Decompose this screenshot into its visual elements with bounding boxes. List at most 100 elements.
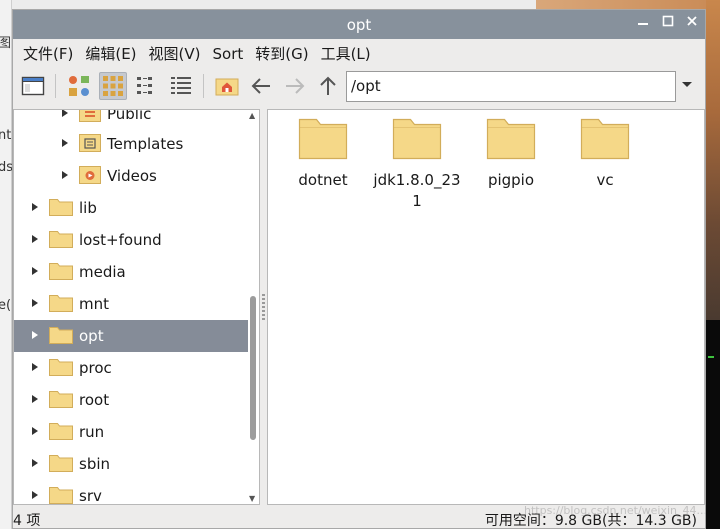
detailed-list-view-icon[interactable] bbox=[167, 72, 195, 100]
background-text-fragment: 图 bbox=[0, 36, 12, 51]
directory-tree[interactable]: Public Templates Videos lib lost+found media m… bbox=[13, 109, 260, 505]
menu-tools[interactable]: 工具(L) bbox=[315, 43, 377, 64]
watermark: https://blog.csdn.net/weixin_44... bbox=[524, 504, 708, 517]
sidebar-item-label: lib bbox=[79, 199, 97, 217]
sidebar-item-label: media bbox=[79, 263, 126, 281]
sidebar-item-videos[interactable]: Videos bbox=[14, 160, 249, 192]
expand-arrow-icon[interactable] bbox=[30, 394, 40, 407]
file-item-pigpio[interactable]: pigpio bbox=[464, 118, 558, 191]
folder-icon bbox=[48, 387, 74, 413]
file-view: dotnet jdk1.8.0_231 pigpio vc bbox=[267, 109, 705, 505]
new-window-icon[interactable] bbox=[19, 72, 47, 100]
scroll-down-icon[interactable]: ▼ bbox=[249, 494, 255, 503]
scroll-up-icon[interactable]: ▲ bbox=[249, 111, 255, 120]
title-bar[interactable]: opt bbox=[13, 10, 705, 39]
file-manager-window: opt 文件(F) 编辑(E) 视图(V) Sort 转到(G) 工具(L) /… bbox=[12, 9, 706, 529]
sidebar-item-label: sbin bbox=[79, 455, 111, 473]
folder-icon bbox=[48, 227, 74, 253]
file-name: pigpio bbox=[487, 171, 535, 189]
sidebar-item-srv[interactable]: srv bbox=[14, 480, 249, 504]
sidebar-item-label: mnt bbox=[79, 295, 109, 313]
folder-icon bbox=[558, 118, 652, 164]
sidebar-item-label: lost+found bbox=[79, 231, 162, 249]
desktop-background-right bbox=[706, 0, 720, 529]
sidebar-item-label: proc bbox=[79, 359, 112, 377]
expand-arrow-icon[interactable] bbox=[30, 234, 40, 247]
folder-icon bbox=[48, 195, 74, 221]
home-icon[interactable] bbox=[213, 72, 241, 100]
desktop-wallpaper bbox=[706, 0, 720, 320]
public-folder-icon bbox=[78, 110, 102, 127]
toolbar-separator bbox=[203, 74, 204, 98]
compact-view-icon[interactable] bbox=[133, 72, 161, 100]
expand-arrow-icon[interactable] bbox=[30, 298, 40, 311]
file-name: dotnet bbox=[298, 171, 348, 189]
sidebar-item-label: run bbox=[79, 423, 105, 441]
background-text-fragment: e( bbox=[0, 298, 12, 313]
background-window-edge: 图 nts ds e( bbox=[0, 0, 18, 529]
sidebar-item-lib[interactable]: lib bbox=[14, 192, 249, 224]
menu-file[interactable]: 文件(F) bbox=[17, 43, 79, 64]
folder-icon bbox=[48, 291, 74, 317]
expand-arrow-icon[interactable] bbox=[30, 202, 40, 215]
sidebar-item-root[interactable]: root bbox=[14, 384, 249, 416]
tree-scrollbar-thumb[interactable] bbox=[250, 296, 256, 440]
toolbar: /opt bbox=[13, 68, 705, 104]
desktop-background-topright bbox=[536, 0, 720, 9]
file-name: jdk1.8.0_231 bbox=[373, 171, 461, 210]
sidebar-item-lost-found[interactable]: lost+found bbox=[14, 224, 249, 256]
icon-view-icon[interactable] bbox=[99, 72, 127, 100]
expand-arrow-icon[interactable] bbox=[30, 362, 40, 375]
folder-icon bbox=[48, 323, 74, 349]
expand-arrow-icon[interactable] bbox=[60, 170, 70, 183]
sidebar-item-proc[interactable]: proc bbox=[14, 352, 249, 384]
address-input[interactable]: /opt bbox=[346, 71, 676, 102]
toolbar-separator bbox=[55, 74, 56, 98]
sidebar-item-label: Videos bbox=[107, 167, 157, 185]
minimize-icon[interactable] bbox=[633, 14, 653, 34]
pane-resize-handle[interactable] bbox=[260, 109, 267, 505]
expand-arrow-icon[interactable] bbox=[30, 330, 40, 343]
folder-icon bbox=[370, 118, 464, 164]
expand-arrow-icon[interactable] bbox=[60, 138, 70, 151]
folder-icon bbox=[48, 355, 74, 381]
close-icon[interactable] bbox=[682, 14, 702, 34]
forward-arrow-icon[interactable] bbox=[281, 72, 309, 100]
menu-edit[interactable]: 编辑(E) bbox=[79, 43, 142, 64]
expand-arrow-icon[interactable] bbox=[30, 266, 40, 279]
menu-bar: 文件(F) 编辑(E) 视图(V) Sort 转到(G) 工具(L) bbox=[13, 39, 705, 68]
expand-arrow-icon[interactable] bbox=[30, 490, 40, 503]
templates-folder-icon bbox=[78, 131, 102, 157]
folder-icon bbox=[48, 483, 74, 504]
sidebar-item-run[interactable]: run bbox=[14, 416, 249, 448]
menu-go[interactable]: 转到(G) bbox=[249, 43, 314, 64]
expand-arrow-icon[interactable] bbox=[30, 426, 40, 439]
menu-view[interactable]: 视图(V) bbox=[143, 43, 207, 64]
expand-arrow-icon[interactable] bbox=[30, 458, 40, 471]
chevron-down-icon[interactable] bbox=[681, 78, 695, 94]
file-item-dotnet[interactable]: dotnet bbox=[276, 118, 370, 191]
tree-scrollbar[interactable]: ▲ ▼ bbox=[248, 110, 259, 504]
folder-icon bbox=[48, 259, 74, 285]
file-name: vc bbox=[596, 171, 614, 189]
up-arrow-icon[interactable] bbox=[314, 72, 342, 100]
menu-sort[interactable]: Sort bbox=[207, 45, 250, 63]
file-item-vc[interactable]: vc bbox=[558, 118, 652, 191]
file-item-jdk1-8-0-231[interactable]: jdk1.8.0_231 bbox=[370, 118, 464, 212]
folder-icon bbox=[48, 451, 74, 477]
sidebar-item-sbin[interactable]: sbin bbox=[14, 448, 249, 480]
sidebar-item-media[interactable]: media bbox=[14, 256, 249, 288]
window-title: opt bbox=[346, 16, 372, 34]
expand-arrow-icon[interactable] bbox=[60, 110, 70, 121]
sidebar-item-public[interactable]: Public bbox=[14, 110, 249, 130]
maximize-icon[interactable] bbox=[658, 14, 678, 34]
sidebar-item-templates[interactable]: Templates bbox=[14, 128, 249, 160]
back-arrow-icon[interactable] bbox=[247, 72, 275, 100]
desktop-background-top bbox=[12, 0, 536, 9]
thumbnail-view-icon[interactable] bbox=[65, 72, 93, 100]
sidebar-item-mnt[interactable]: mnt bbox=[14, 288, 249, 320]
videos-folder-icon bbox=[78, 163, 102, 189]
folder-icon bbox=[464, 118, 558, 164]
sidebar-item-opt[interactable]: opt bbox=[14, 320, 249, 352]
sidebar-item-label: opt bbox=[79, 327, 104, 345]
